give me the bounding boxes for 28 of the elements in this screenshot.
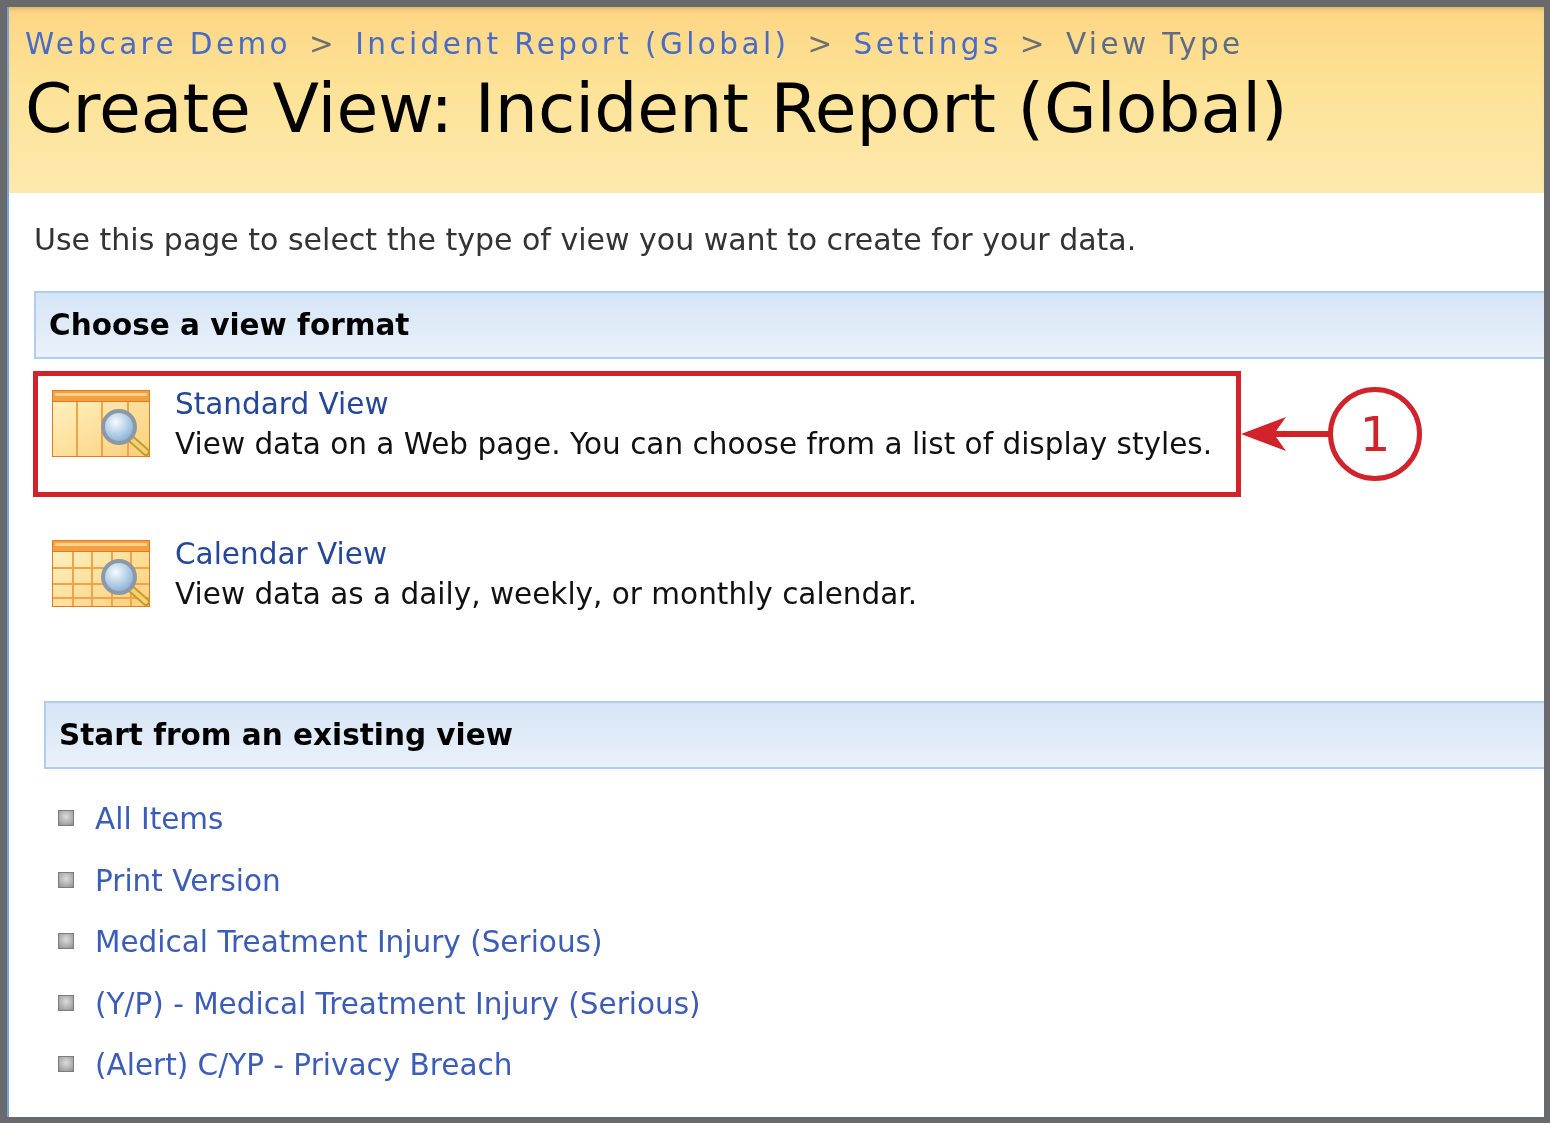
square-bullet-icon: [58, 1056, 74, 1072]
section-heading: Choose a view format: [34, 291, 1544, 359]
page-title: Create View: Incident Report (Global): [25, 71, 1289, 147]
step-number-marker: 1: [1328, 387, 1423, 481]
table-magnifier-icon: [52, 390, 150, 457]
existing-view-link[interactable]: (Alert) C/YP - Privacy Breach: [95, 1045, 513, 1085]
existing-view-link[interactable]: (Y/P) - Medical Treatment Injury (Serious): [95, 983, 701, 1024]
breadcrumb-link[interactable]: Webcare Demo: [25, 25, 292, 63]
breadcrumb-link[interactable]: Incident Report (Global): [355, 25, 790, 63]
breadcrumb-link[interactable]: Settings: [853, 25, 1002, 63]
existing-view-link[interactable]: Print Version: [95, 860, 281, 901]
intro-text: Use this page to select the type of view you want to create for your data.: [34, 222, 1138, 258]
breadcrumb-current: View Type: [1065, 26, 1244, 63]
view-format-description: View data as a daily, weekly, or monthly calendar.: [175, 576, 918, 613]
square-bullet-icon: [58, 994, 74, 1011]
grid-magnifier-icon: [52, 540, 150, 607]
breadcrumb-separator: >: [309, 26, 338, 63]
view-format-link[interactable]: Calendar View: [175, 534, 388, 574]
square-bullet-icon: [58, 933, 74, 949]
view-format-link[interactable]: Standard View: [175, 384, 389, 424]
existing-view-link[interactable]: All Items: [95, 799, 224, 839]
existing-view-link[interactable]: Medical Treatment Injury (Serious): [95, 922, 603, 962]
view-format-description: View data on a Web page. You can choose from a list of display styles.: [175, 426, 1213, 463]
section-heading: Start from an existing view: [44, 701, 1544, 769]
breadcrumb-separator: >: [807, 26, 836, 63]
breadcrumb-separator: >: [1019, 26, 1048, 63]
square-bullet-icon: [58, 810, 74, 826]
square-bullet-icon: [58, 871, 74, 888]
